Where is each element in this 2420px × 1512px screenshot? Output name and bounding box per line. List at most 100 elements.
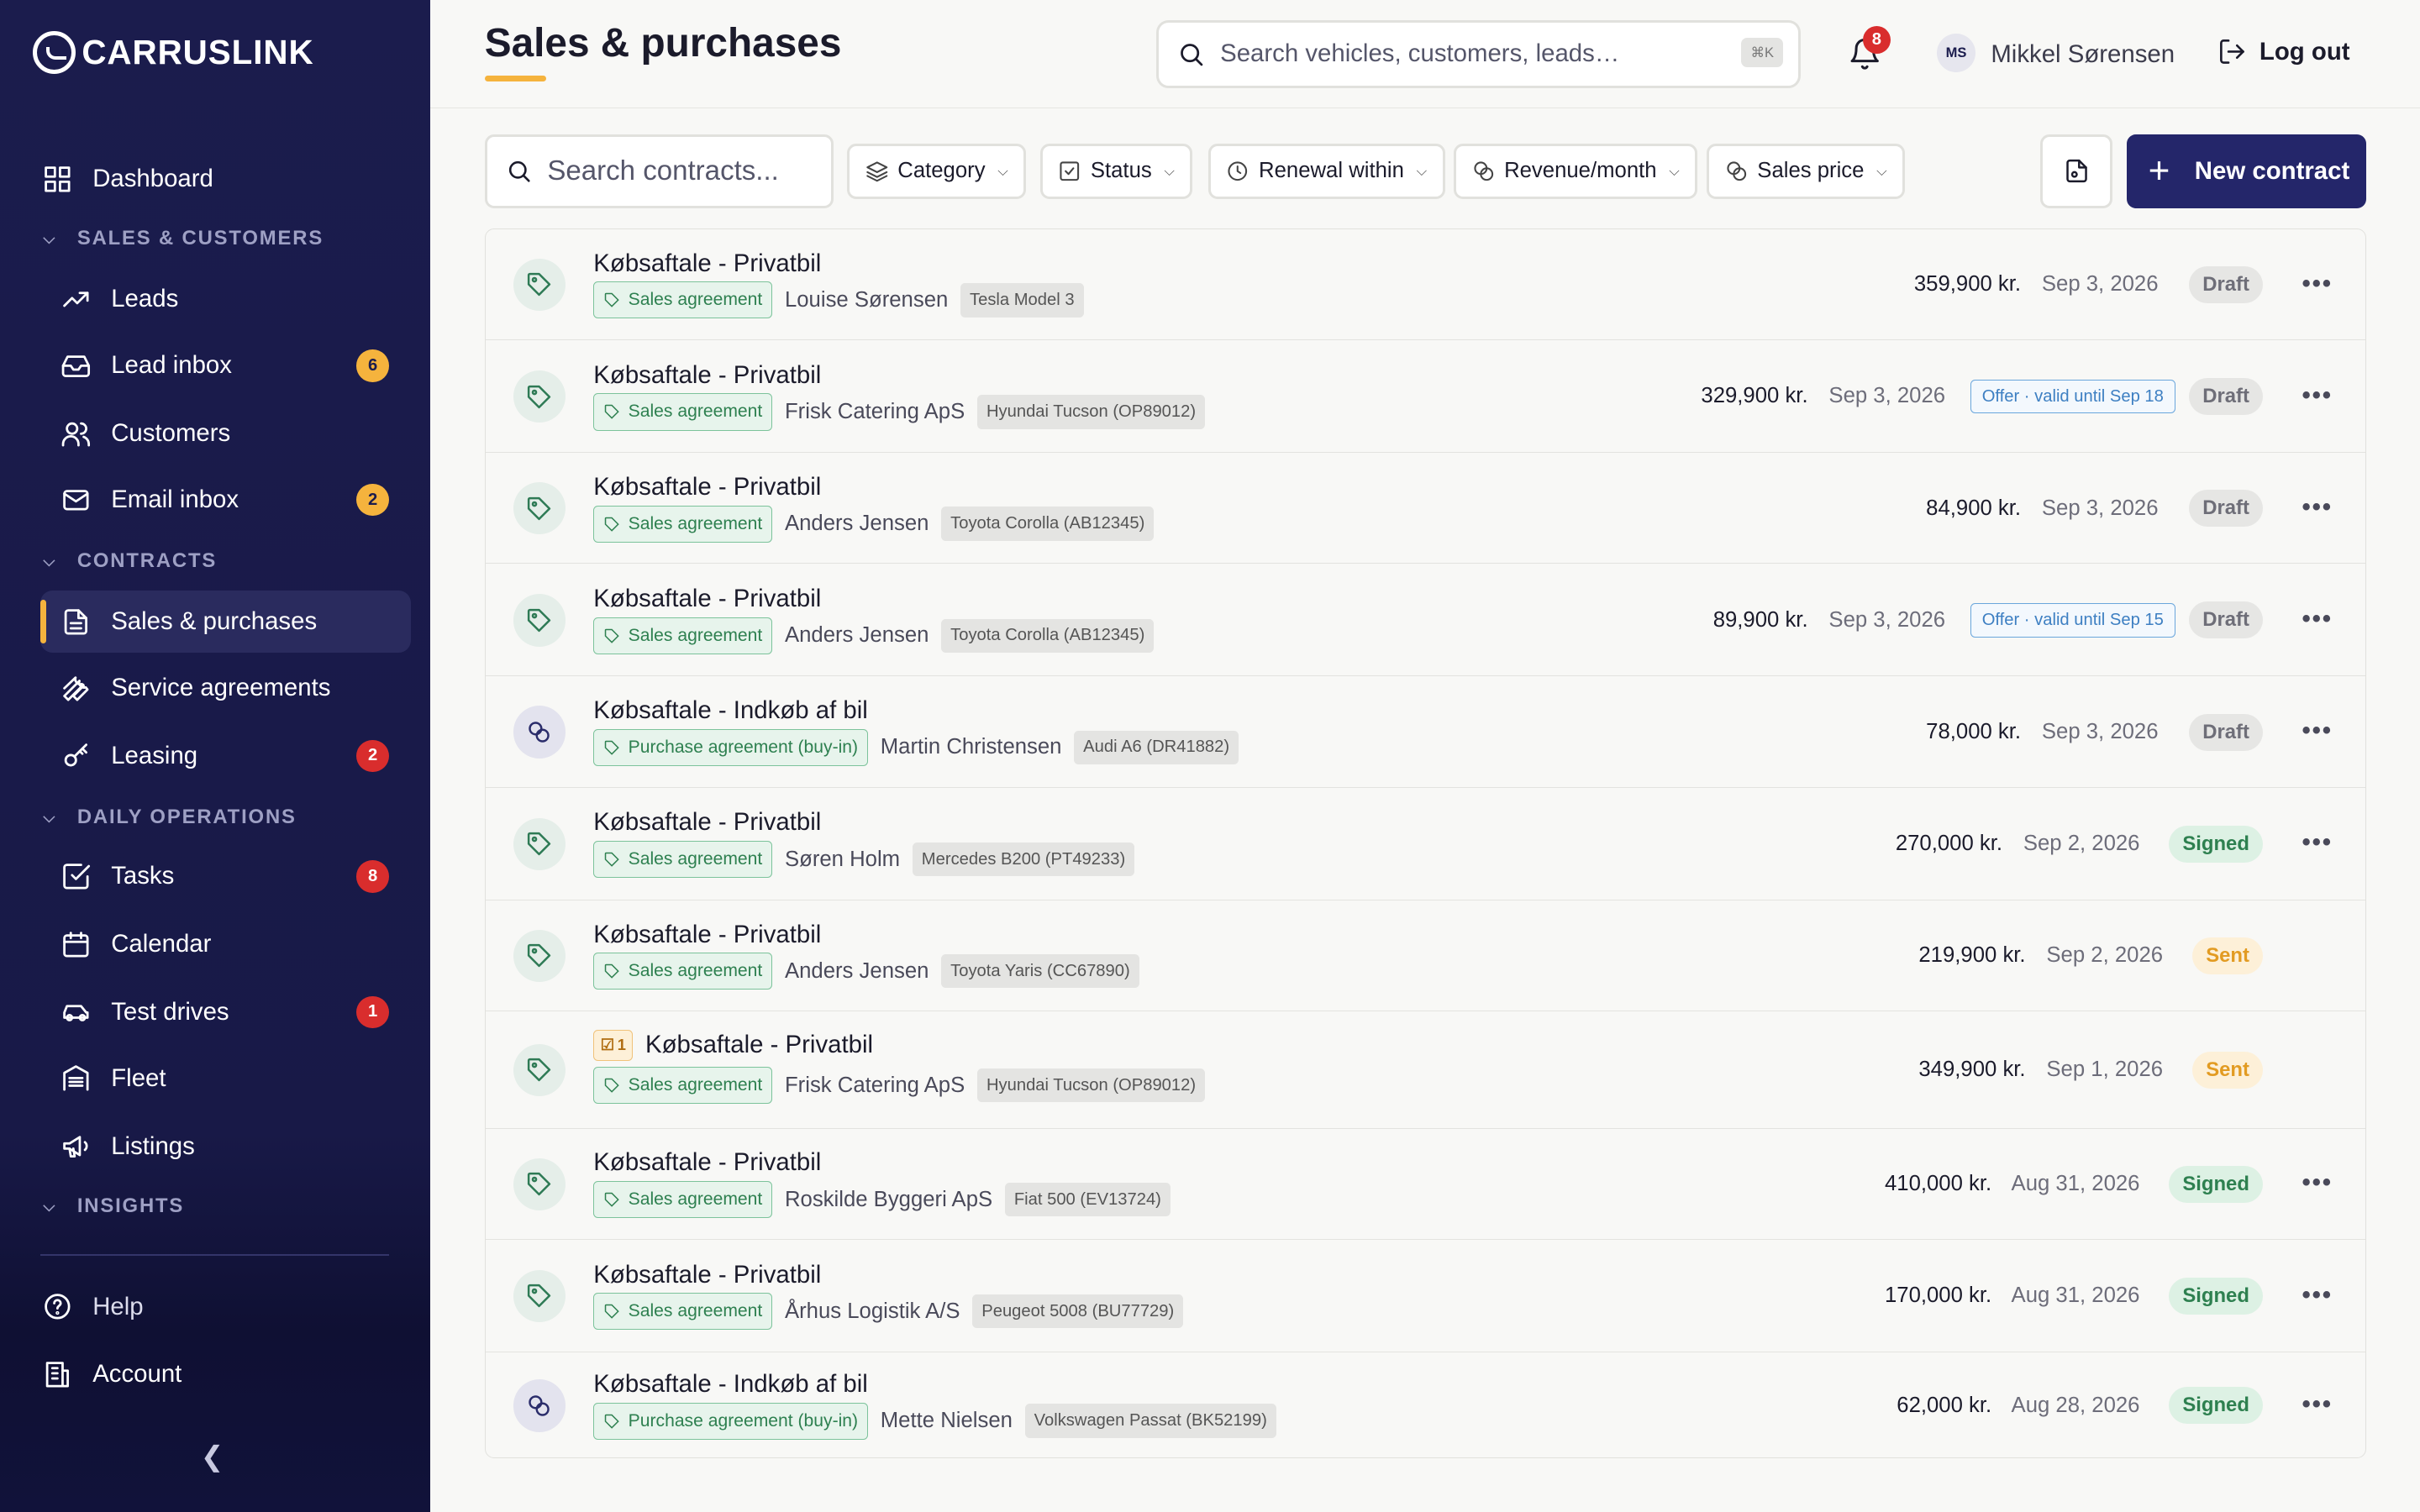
user-name[interactable]: Mikkel Sørensen — [1991, 40, 2175, 69]
vehicle-badge[interactable]: Hyundai Tucson (OP89012) — [976, 395, 1206, 429]
vehicle-badge[interactable]: Volkswagen Passat (BK52199) — [1024, 1404, 1276, 1438]
contract-search-input[interactable] — [547, 155, 810, 187]
warehouse-icon — [59, 1062, 92, 1095]
tag-icon — [513, 482, 566, 535]
global-search-input[interactable] — [1220, 39, 1730, 69]
contract-row[interactable]: Købsaftale - Privatbil Sales agreement Årh… — [485, 1240, 2365, 1352]
vehicle-badge[interactable]: Hyundai Tucson (OP89012) — [976, 1068, 1206, 1103]
customer-name[interactable]: Frisk Catering ApS — [785, 400, 965, 424]
contract-row[interactable]: Købsaftale - Privatbil Sales agreement Ros… — [485, 1129, 2365, 1240]
vehicle-badge[interactable]: Peugeot 5008 (BU77729) — [972, 1294, 1184, 1329]
contract-row[interactable]: Købsaftale - Indkøb af bil Purchase agree… — [485, 676, 2365, 788]
more-options-icon[interactable]: ••• — [2302, 1390, 2333, 1419]
customer-name[interactable]: Roskilde Byggeri ApS — [785, 1188, 992, 1212]
contract-title[interactable]: Købsaftale - Privatbil — [593, 361, 821, 390]
contract-row[interactable]: Købsaftale - Privatbil Sales agreement And… — [485, 453, 2365, 564]
chevron-down-icon: ⌵ — [43, 1196, 57, 1215]
contract-title[interactable]: Købsaftale - Indkøb af bil — [593, 696, 868, 725]
logo[interactable]: CARRUSLINK — [32, 30, 314, 75]
customer-name[interactable]: Søren Holm — [785, 848, 900, 872]
new-contract-button[interactable]: + New contract — [2126, 134, 2366, 208]
customer-name[interactable]: Frisk Catering ApS — [785, 1074, 965, 1098]
contract-search[interactable] — [484, 134, 834, 208]
filter-revenue-month[interactable]: Revenue/month ⌵ — [1454, 143, 1698, 199]
vehicle-badge[interactable]: Tesla Model 3 — [960, 283, 1084, 318]
filter-category[interactable]: Category ⌵ — [847, 143, 1027, 199]
task-count-chip[interactable]: ☑ 1 — [593, 1030, 634, 1061]
filter-renewal-within[interactable]: Renewal within ⌵ — [1208, 143, 1445, 199]
contract-title[interactable]: Købsaftale - Privatbil — [593, 808, 821, 837]
vehicle-badge[interactable]: Toyota Corolla (AB12345) — [941, 618, 1155, 653]
vehicle-badge[interactable]: Fiat 500 (EV13724) — [1004, 1182, 1171, 1217]
more-options-icon[interactable]: ••• — [2302, 270, 2333, 298]
contract-row[interactable]: ☑ 1 Købsaftale - Privatbil Sales agreement F… — [485, 1011, 2365, 1129]
sidebar-item-tasks[interactable]: Tasks 8 — [40, 846, 411, 907]
avatar[interactable]: MS — [1937, 34, 1975, 73]
filter-sales-price[interactable]: Sales price ⌵ — [1707, 143, 1906, 199]
sidebar-item-calendar[interactable]: Calendar — [40, 913, 411, 974]
vehicle-badge[interactable]: Toyota Yaris (CC67890) — [941, 954, 1139, 989]
more-options-icon[interactable]: ••• — [2302, 605, 2333, 633]
tag-icon — [605, 740, 620, 755]
more-options-icon[interactable]: ••• — [2302, 717, 2333, 745]
sidebar-item-listings[interactable]: Listings — [40, 1116, 411, 1177]
sidebar-item-leads[interactable]: Leads — [40, 269, 411, 330]
sidebar-item-customers[interactable]: Customers — [40, 402, 411, 464]
sidebar-item-service-agreements[interactable]: Service agreements — [40, 657, 411, 718]
section-daily-operations[interactable]: ⌵ DAILY OPERATIONS — [43, 806, 296, 829]
contract-title[interactable]: Købsaftale - Privatbil — [593, 473, 821, 501]
section-insights[interactable]: ⌵ INSIGHTS — [43, 1194, 184, 1218]
contract-row[interactable]: Købsaftale - Privatbil Sales agreement Lou… — [485, 229, 2365, 341]
more-options-icon[interactable]: ••• — [2302, 828, 2333, 857]
sidebar-item-label: Calendar — [111, 930, 212, 958]
contract-row[interactable]: Købsaftale - Privatbil Sales agreement Fri… — [485, 340, 2365, 454]
customer-name[interactable]: Anders Jensen — [785, 512, 929, 536]
logout-button[interactable]: Log out — [2217, 37, 2350, 66]
contract-title[interactable]: Købsaftale - Privatbil — [593, 921, 821, 949]
contract-row[interactable]: Købsaftale - Privatbil Sales agreement And… — [485, 900, 2365, 1012]
export-button[interactable] — [2040, 134, 2113, 208]
contract-title[interactable]: Købsaftale - Privatbil — [593, 585, 821, 613]
contract-row[interactable]: Købsaftale - Privatbil Sales agreement Sør… — [485, 788, 2365, 900]
contract-title[interactable]: ☑ 1 Købsaftale - Privatbil — [593, 1030, 873, 1061]
vehicle-badge[interactable]: Mercedes B200 (PT49233) — [912, 842, 1135, 877]
contract-row[interactable]: Købsaftale - Indkøb af bil Purchase agree… — [486, 1352, 2365, 1457]
sidebar-item-sales-purchases[interactable]: Sales & purchases — [39, 591, 411, 653]
more-options-icon[interactable]: ••• — [2302, 381, 2333, 410]
section-contracts[interactable]: ⌵ CONTRACTS — [43, 549, 217, 573]
contract-type-badge: Purchase agreement (buy-in) — [593, 1402, 869, 1440]
vehicle-badge[interactable]: Toyota Corolla (AB12345) — [941, 507, 1155, 541]
contract-title[interactable]: Købsaftale - Indkøb af bil — [593, 1370, 868, 1399]
brand-name: CARRUSLINK — [82, 32, 314, 71]
checkbox-icon — [1060, 161, 1080, 181]
sidebar-item-leasing[interactable]: Leasing 2 — [40, 725, 411, 786]
sidebar-item-fleet[interactable]: Fleet — [40, 1047, 411, 1109]
section-sales-customers[interactable]: ⌵ SALES & CUSTOMERS — [43, 227, 324, 250]
more-options-icon[interactable]: ••• — [2302, 493, 2333, 522]
contract-price: 270,000 kr. — [1895, 832, 2003, 856]
contract-title[interactable]: Købsaftale - Privatbil — [593, 249, 821, 278]
vehicle-badge[interactable]: Audi A6 (DR41882) — [1074, 730, 1239, 765]
sidebar-item-test-drives[interactable]: Test drives 1 — [40, 981, 411, 1042]
sidebar-item-account[interactable]: Account — [40, 1344, 411, 1405]
sidebar-item-dashboard[interactable]: Dashboard — [40, 148, 411, 209]
contract-row[interactable]: Købsaftale - Privatbil Sales agreement And… — [485, 564, 2365, 677]
customer-name[interactable]: Århus Logistik A/S — [785, 1299, 960, 1324]
search-icon — [1180, 43, 1202, 66]
customer-name[interactable]: Anders Jensen — [785, 959, 929, 984]
customer-name[interactable]: Mette Nielsen — [881, 1409, 1013, 1433]
customer-name[interactable]: Anders Jensen — [785, 623, 929, 648]
more-options-icon[interactable]: ••• — [2302, 1168, 2333, 1197]
customer-name[interactable]: Martin Christensen — [881, 735, 1062, 759]
sidebar-item-email-inbox[interactable]: Email inbox 2 — [40, 469, 411, 530]
collapse-sidebar-chevron-left-icon[interactable]: ❮ — [201, 1440, 224, 1473]
contract-title[interactable]: Købsaftale - Privatbil — [593, 1261, 821, 1289]
more-options-icon[interactable]: ••• — [2302, 1281, 2333, 1310]
filter-status[interactable]: Status ⌵ — [1039, 143, 1193, 199]
customer-name[interactable]: Louise Sørensen — [785, 288, 948, 312]
sidebar-item-help[interactable]: Help — [40, 1276, 411, 1337]
contract-list: Købsaftale - Privatbil Sales agreement Lou… — [484, 228, 2366, 1458]
global-search[interactable]: ⌘K — [1155, 19, 1802, 88]
sidebar-item-lead-inbox[interactable]: Lead inbox 6 — [40, 335, 411, 396]
contract-title[interactable]: Købsaftale - Privatbil — [593, 1148, 821, 1177]
